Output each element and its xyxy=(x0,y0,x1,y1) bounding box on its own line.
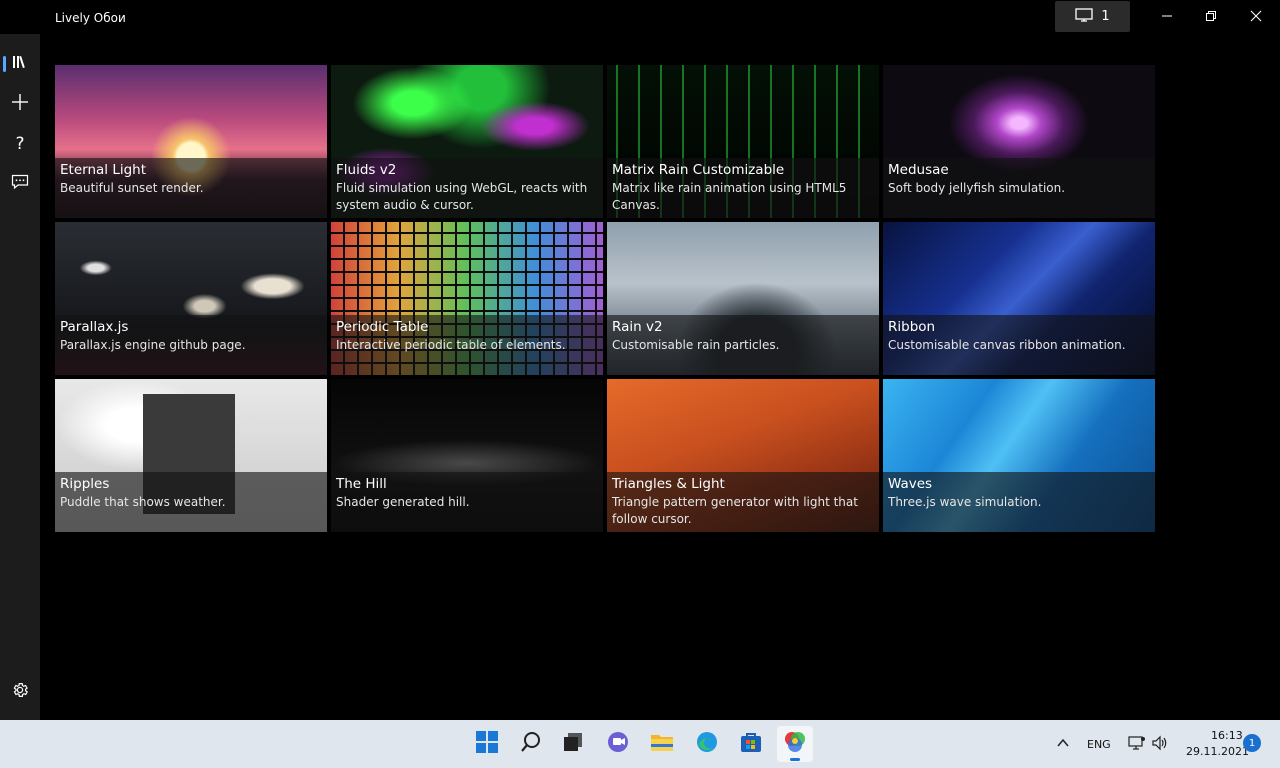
library-icon xyxy=(11,54,29,74)
close-icon xyxy=(1250,7,1262,26)
feedback-icon xyxy=(11,174,29,194)
wallpaper-description: Puddle that shows weather. xyxy=(60,495,226,509)
wallpaper-description: Three.js wave simulation. xyxy=(888,495,1042,509)
wallpaper-tile[interactable]: Eternal Light Beautiful sunset render. xyxy=(55,65,327,218)
wallpaper-description: Customisable rain particles. xyxy=(612,338,780,352)
wallpaper-description: Matrix like rain animation using HTML5 C… xyxy=(612,181,847,212)
network-button[interactable] xyxy=(1128,735,1146,755)
wallpaper-tile[interactable]: The Hill Shader generated hill. xyxy=(331,379,603,532)
sidebar-item-add[interactable] xyxy=(0,86,40,122)
start-button[interactable] xyxy=(469,726,505,762)
windows-start-icon xyxy=(476,731,498,757)
wallpaper-title: Ribbon xyxy=(888,319,936,335)
chevron-up-icon xyxy=(1056,735,1070,754)
language-indicator[interactable]: ENG xyxy=(1087,738,1111,751)
wallpaper-title: Ripples xyxy=(60,476,110,492)
lively-app-icon xyxy=(783,730,807,758)
wallpaper-tile[interactable]: Triangles & Light Triangle pattern gener… xyxy=(607,379,879,532)
edge-button[interactable] xyxy=(689,726,725,762)
taskbar: ENG 16:13 29.11.2021 xyxy=(0,720,1280,768)
monitor-select-button[interactable]: 1 xyxy=(1055,1,1130,32)
wallpaper-title: The Hill xyxy=(336,476,387,492)
wallpaper-description: Customisable canvas ribbon animation. xyxy=(888,338,1126,352)
wallpaper-tile[interactable]: Waves Three.js wave simulation. xyxy=(883,379,1155,532)
wallpaper-description: Triangle pattern generator with light th… xyxy=(612,495,858,526)
clock-time[interactable]: 16:13 xyxy=(1211,729,1243,742)
sidebar: ? xyxy=(0,34,40,720)
wallpaper-title: Triangles & Light xyxy=(612,476,725,492)
wallpaper-title: Parallax.js xyxy=(60,319,129,335)
wallpaper-tile[interactable]: Ripples Puddle that shows weather. xyxy=(55,379,327,532)
store-button[interactable] xyxy=(733,726,769,762)
wallpaper-description: Interactive periodic table of elements. xyxy=(336,338,566,352)
microsoft-store-icon xyxy=(740,731,762,757)
wallpaper-tile-selected[interactable]: Matrix Rain Customizable Matrix like rai… xyxy=(607,65,879,218)
sidebar-item-feedback[interactable] xyxy=(0,166,40,202)
search-button[interactable] xyxy=(513,726,549,762)
wallpaper-title: Waves xyxy=(888,476,933,492)
wallpaper-tile[interactable]: Periodic Table Interactive periodic tabl… xyxy=(331,222,603,375)
clock-date[interactable]: 29.11.2021 xyxy=(1186,745,1249,758)
speaker-icon xyxy=(1151,735,1169,755)
wallpaper-title: Eternal Light xyxy=(60,162,147,178)
running-indicator xyxy=(790,758,800,761)
monitor-icon xyxy=(1075,7,1094,26)
minimize-icon xyxy=(1161,7,1173,26)
restore-icon xyxy=(1205,7,1217,26)
volume-button[interactable] xyxy=(1151,735,1169,755)
restore-button[interactable] xyxy=(1188,0,1234,32)
task-view-button[interactable] xyxy=(555,726,591,762)
gear-icon xyxy=(11,681,29,703)
lively-taskbar-button[interactable] xyxy=(777,726,813,762)
search-icon xyxy=(520,731,542,757)
app-window: Lively Обои 1 ? Eternal Light Beautiful … xyxy=(0,0,1280,720)
sidebar-item-library[interactable] xyxy=(0,46,40,82)
file-explorer-icon xyxy=(650,732,674,756)
wallpaper-title: Fluids v2 xyxy=(336,162,397,178)
monitor-count: 1 xyxy=(1101,9,1110,24)
network-icon xyxy=(1128,736,1146,755)
edge-browser-icon xyxy=(696,731,718,757)
minimize-button[interactable] xyxy=(1144,0,1190,32)
plus-icon xyxy=(11,93,29,115)
app-title: Lively Обои xyxy=(55,11,126,25)
chat-button[interactable] xyxy=(600,726,636,762)
wallpaper-title: Rain v2 xyxy=(612,319,663,335)
wallpaper-tile[interactable]: Ribbon Customisable canvas ribbon animat… xyxy=(883,222,1155,375)
notification-badge[interactable]: 1 xyxy=(1243,734,1261,752)
wallpaper-tile[interactable]: Fluids v2 Fluid simulation using WebGL, … xyxy=(331,65,603,218)
wallpaper-title: Matrix Rain Customizable xyxy=(612,162,785,178)
close-button[interactable] xyxy=(1233,0,1279,32)
teams-chat-icon xyxy=(606,731,630,757)
wallpaper-title: Medusae xyxy=(888,162,949,178)
wallpaper-title: Periodic Table xyxy=(336,319,429,335)
wallpaper-description: Shader generated hill. xyxy=(336,495,470,509)
wallpaper-tile[interactable]: Parallax.js Parallax.js engine github pa… xyxy=(55,222,327,375)
wallpaper-description: Fluid simulation using WebGL, reacts wit… xyxy=(336,181,588,212)
file-explorer-button[interactable] xyxy=(644,726,680,762)
wallpaper-tile[interactable]: Medusae Soft body jellyfish simulation. xyxy=(883,65,1155,218)
wallpaper-tile[interactable]: Rain v2 Customisable rain particles. xyxy=(607,222,879,375)
wallpaper-description: Parallax.js engine github page. xyxy=(60,338,246,352)
show-hidden-icons-button[interactable] xyxy=(1056,735,1070,754)
help-icon: ? xyxy=(15,134,25,154)
title-bar: Lively Обои 1 xyxy=(0,0,1280,34)
wallpaper-description: Beautiful sunset render. xyxy=(60,181,204,195)
sidebar-item-help[interactable]: ? xyxy=(0,126,40,162)
wallpaper-description: Soft body jellyfish simulation. xyxy=(888,181,1066,195)
task-view-icon xyxy=(562,731,584,757)
sidebar-item-settings[interactable] xyxy=(0,674,40,710)
